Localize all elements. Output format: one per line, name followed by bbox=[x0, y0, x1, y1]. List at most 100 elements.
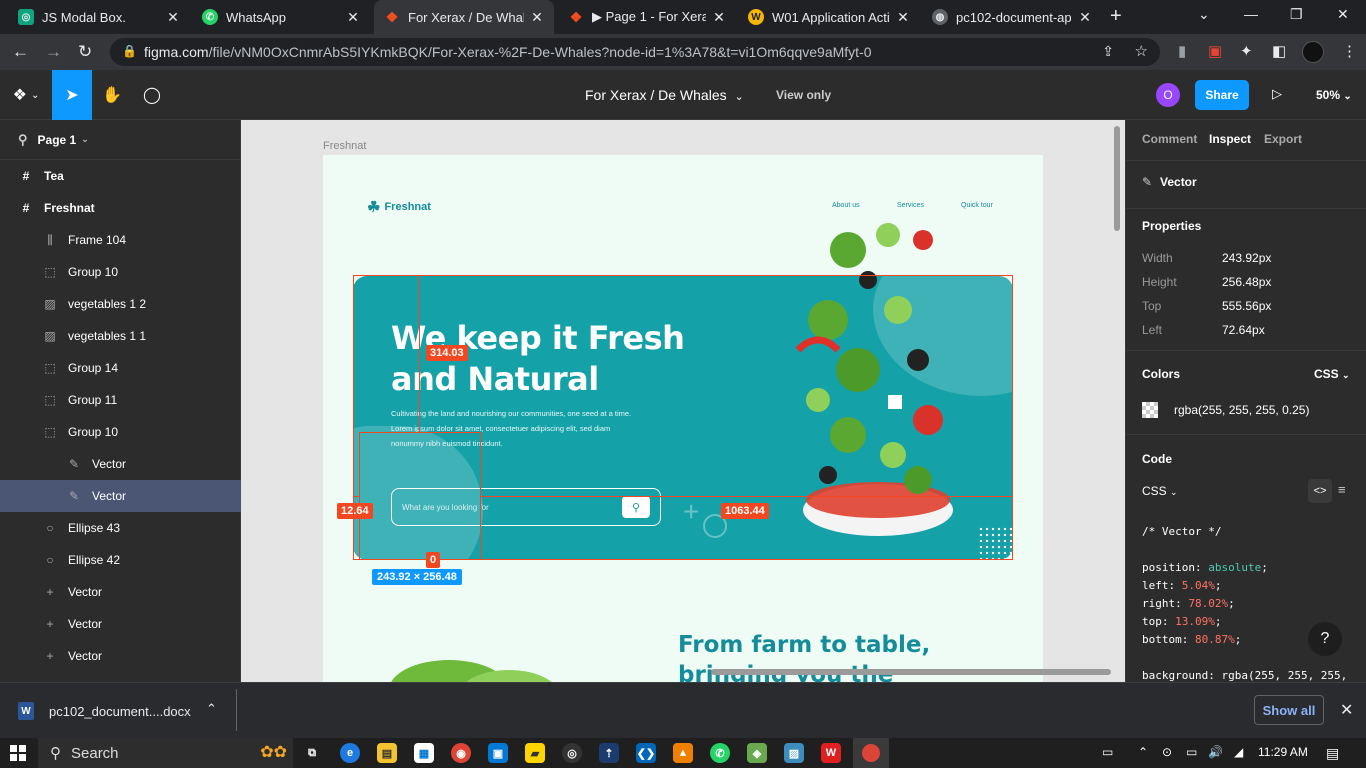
wps-icon[interactable]: W bbox=[821, 743, 841, 763]
avatar[interactable]: O bbox=[1156, 83, 1180, 107]
tab-export[interactable]: Export bbox=[1264, 132, 1302, 146]
design-canvas[interactable]: Freshnat ☘ Freshnat About us Services Qui… bbox=[241, 120, 1125, 682]
vscode-icon[interactable]: ❮❯ bbox=[636, 743, 656, 763]
sticky-notes-icon[interactable]: ▰ bbox=[525, 743, 545, 763]
side-panel-icon[interactable]: ◧ bbox=[1272, 42, 1286, 60]
reload-icon[interactable]: ↻ bbox=[78, 42, 92, 62]
new-tab-icon[interactable]: + bbox=[1110, 5, 1122, 28]
frame-label[interactable]: Freshnat bbox=[323, 140, 366, 152]
volume-icon[interactable]: 🔊 bbox=[1208, 745, 1223, 759]
list-view-icon[interactable]: ≡ bbox=[1338, 482, 1346, 497]
tab-inspect[interactable]: Inspect bbox=[1209, 132, 1251, 146]
close-tab-icon[interactable]: ✕ bbox=[346, 9, 360, 26]
prop-value[interactable]: 256.48px bbox=[1222, 275, 1271, 289]
prop-value[interactable]: 555.56px bbox=[1222, 299, 1271, 313]
tab-search-icon[interactable]: ⌄ bbox=[1198, 6, 1210, 23]
chevron-up-icon[interactable]: ⌃ bbox=[1138, 745, 1148, 759]
browser-tab-2[interactable]: ✆ WhatsApp ✕ bbox=[192, 0, 370, 34]
close-tab-icon[interactable]: ✕ bbox=[1078, 9, 1092, 26]
layer-item[interactable]: ▨ vegetables 1 1 bbox=[0, 320, 241, 352]
move-tool-icon[interactable]: ➤ bbox=[52, 70, 92, 120]
layer-item[interactable]: + Vector bbox=[0, 608, 241, 640]
browser-tab-6[interactable]: ◍ pc102-document-app ✕ bbox=[922, 0, 1102, 34]
upload-app-icon[interactable]: ⇡ bbox=[599, 743, 619, 763]
colors-format-dropdown[interactable]: CSS ⌄ bbox=[1314, 367, 1350, 381]
extensions-puzzle-icon[interactable]: ✦ bbox=[1240, 42, 1253, 60]
minimize-icon[interactable]: — bbox=[1244, 6, 1258, 22]
network-icon[interactable]: ◢ bbox=[1234, 745, 1243, 759]
close-icon[interactable]: ✕ bbox=[1340, 700, 1353, 720]
hand-tool-icon[interactable]: ✋ bbox=[92, 70, 132, 120]
wifi-icon[interactable]: ⊙ bbox=[1162, 745, 1172, 759]
app-icon[interactable]: ▣ bbox=[488, 743, 508, 763]
edge-icon[interactable]: e bbox=[340, 743, 360, 763]
chrome-active-icon[interactable] bbox=[853, 738, 889, 768]
layer-item[interactable]: # Tea bbox=[0, 160, 241, 192]
horizontal-scrollbar[interactable] bbox=[711, 669, 1111, 675]
file-title[interactable]: For Xerax / De Whales ⌄ bbox=[585, 87, 744, 103]
bookmark-star-icon[interactable]: ☆ bbox=[1135, 42, 1148, 60]
close-tab-icon[interactable]: ✕ bbox=[166, 9, 180, 26]
layer-item[interactable]: # Freshnat bbox=[0, 192, 241, 224]
share-button[interactable]: Share bbox=[1195, 80, 1249, 110]
layer-item[interactable]: ▨ vegetables 1 2 bbox=[0, 288, 241, 320]
tab-comment[interactable]: Comment bbox=[1142, 132, 1197, 146]
present-icon[interactable]: ▷ bbox=[1272, 86, 1282, 102]
screen-icon[interactable]: ▭ bbox=[1102, 745, 1113, 759]
whatsapp-icon[interactable]: ✆ bbox=[710, 743, 730, 763]
chrome-menu-icon[interactable]: ⋮ bbox=[1342, 42, 1357, 60]
prop-value[interactable]: 72.64px bbox=[1222, 323, 1265, 337]
prop-value[interactable]: 243.92px bbox=[1222, 251, 1271, 265]
browser-tab-3[interactable]: ❖ For Xerax / De Whales ✕ bbox=[374, 0, 554, 34]
chevron-up-icon[interactable]: ⌃ bbox=[206, 701, 217, 717]
store-icon[interactable]: ▦ bbox=[414, 743, 434, 763]
chrome-icon[interactable]: ◉ bbox=[451, 743, 471, 763]
share-page-icon[interactable]: ⇪ bbox=[1102, 43, 1114, 60]
page-selector[interactable]: ⚲ Page 1 ⌄ bbox=[0, 120, 241, 160]
layer-item[interactable]: ⫼ Frame 104 bbox=[0, 224, 241, 256]
restore-icon[interactable]: ❐ bbox=[1290, 6, 1303, 23]
app-icon[interactable]: ◈ bbox=[747, 743, 767, 763]
vertical-scrollbar[interactable] bbox=[1114, 126, 1120, 231]
code-view-icon[interactable]: <> bbox=[1308, 479, 1332, 503]
office-extension-icon[interactable]: ▣ bbox=[1208, 42, 1222, 60]
layer-item[interactable]: ⬚ Group 11 bbox=[0, 384, 241, 416]
profile-avatar[interactable] bbox=[1302, 41, 1324, 63]
color-value[interactable]: rgba(255, 255, 255, 0.25) bbox=[1174, 403, 1309, 417]
close-tab-icon[interactable]: ✕ bbox=[896, 9, 910, 26]
close-tab-icon[interactable]: ✕ bbox=[712, 9, 726, 26]
extension-icon[interactable]: ▮ bbox=[1178, 42, 1186, 60]
file-explorer-icon[interactable]: ▤ bbox=[377, 743, 397, 763]
layer-item[interactable]: ✎ Vector bbox=[0, 448, 241, 480]
search-icon[interactable]: ⚲ bbox=[18, 132, 28, 148]
url-bar[interactable]: 🔒 figma.com/file/vNM0OxCnmrAbS5IYKmkBQK/… bbox=[110, 38, 1160, 66]
layer-item[interactable]: + Vector bbox=[0, 576, 241, 608]
notifications-icon[interactable]: ▤ bbox=[1326, 745, 1339, 762]
figma-main-menu-icon[interactable]: ❖ ⌄ bbox=[0, 70, 52, 120]
color-swatch[interactable] bbox=[1142, 402, 1158, 418]
code-lang-dropdown[interactable]: CSS ⌄ bbox=[1142, 484, 1178, 498]
windows-start-icon[interactable] bbox=[10, 745, 26, 761]
forward-icon[interactable]: → bbox=[45, 42, 62, 62]
browser-tab-1[interactable]: ◎ JS Modal Box. ✕ bbox=[8, 0, 190, 34]
close-tab-icon[interactable]: ✕ bbox=[530, 9, 544, 26]
show-all-button[interactable]: Show all bbox=[1254, 695, 1324, 725]
zoom-dropdown[interactable]: 50% ⌄ bbox=[1316, 88, 1352, 102]
layer-item[interactable]: ○ Ellipse 43 bbox=[0, 512, 241, 544]
browser-tab-5[interactable]: W W01 Application Activ ✕ bbox=[738, 0, 920, 34]
obs-icon[interactable]: ◎ bbox=[562, 743, 582, 763]
download-filename[interactable]: pc102_document....docx bbox=[49, 704, 191, 719]
help-button[interactable]: ? bbox=[1308, 622, 1342, 656]
back-icon[interactable]: ← bbox=[12, 42, 29, 62]
task-view-icon[interactable]: ⧉ bbox=[302, 743, 322, 763]
layer-item[interactable]: + Vector bbox=[0, 640, 241, 672]
layer-item[interactable]: ⬚ Group 14 bbox=[0, 352, 241, 384]
layer-item[interactable]: ⬚ Group 10 bbox=[0, 256, 241, 288]
layer-item[interactable]: ○ Ellipse 42 bbox=[0, 544, 241, 576]
layer-item[interactable]: ⬚ Group 10 bbox=[0, 416, 241, 448]
close-window-icon[interactable]: ✕ bbox=[1337, 6, 1349, 23]
vlc-icon[interactable]: ▲ bbox=[673, 743, 693, 763]
clock[interactable]: 11:29 AM bbox=[1258, 745, 1308, 759]
battery-icon[interactable]: ▭ bbox=[1186, 745, 1197, 759]
taskbar-search[interactable]: ⚲ Search ✿✿ bbox=[38, 738, 293, 768]
